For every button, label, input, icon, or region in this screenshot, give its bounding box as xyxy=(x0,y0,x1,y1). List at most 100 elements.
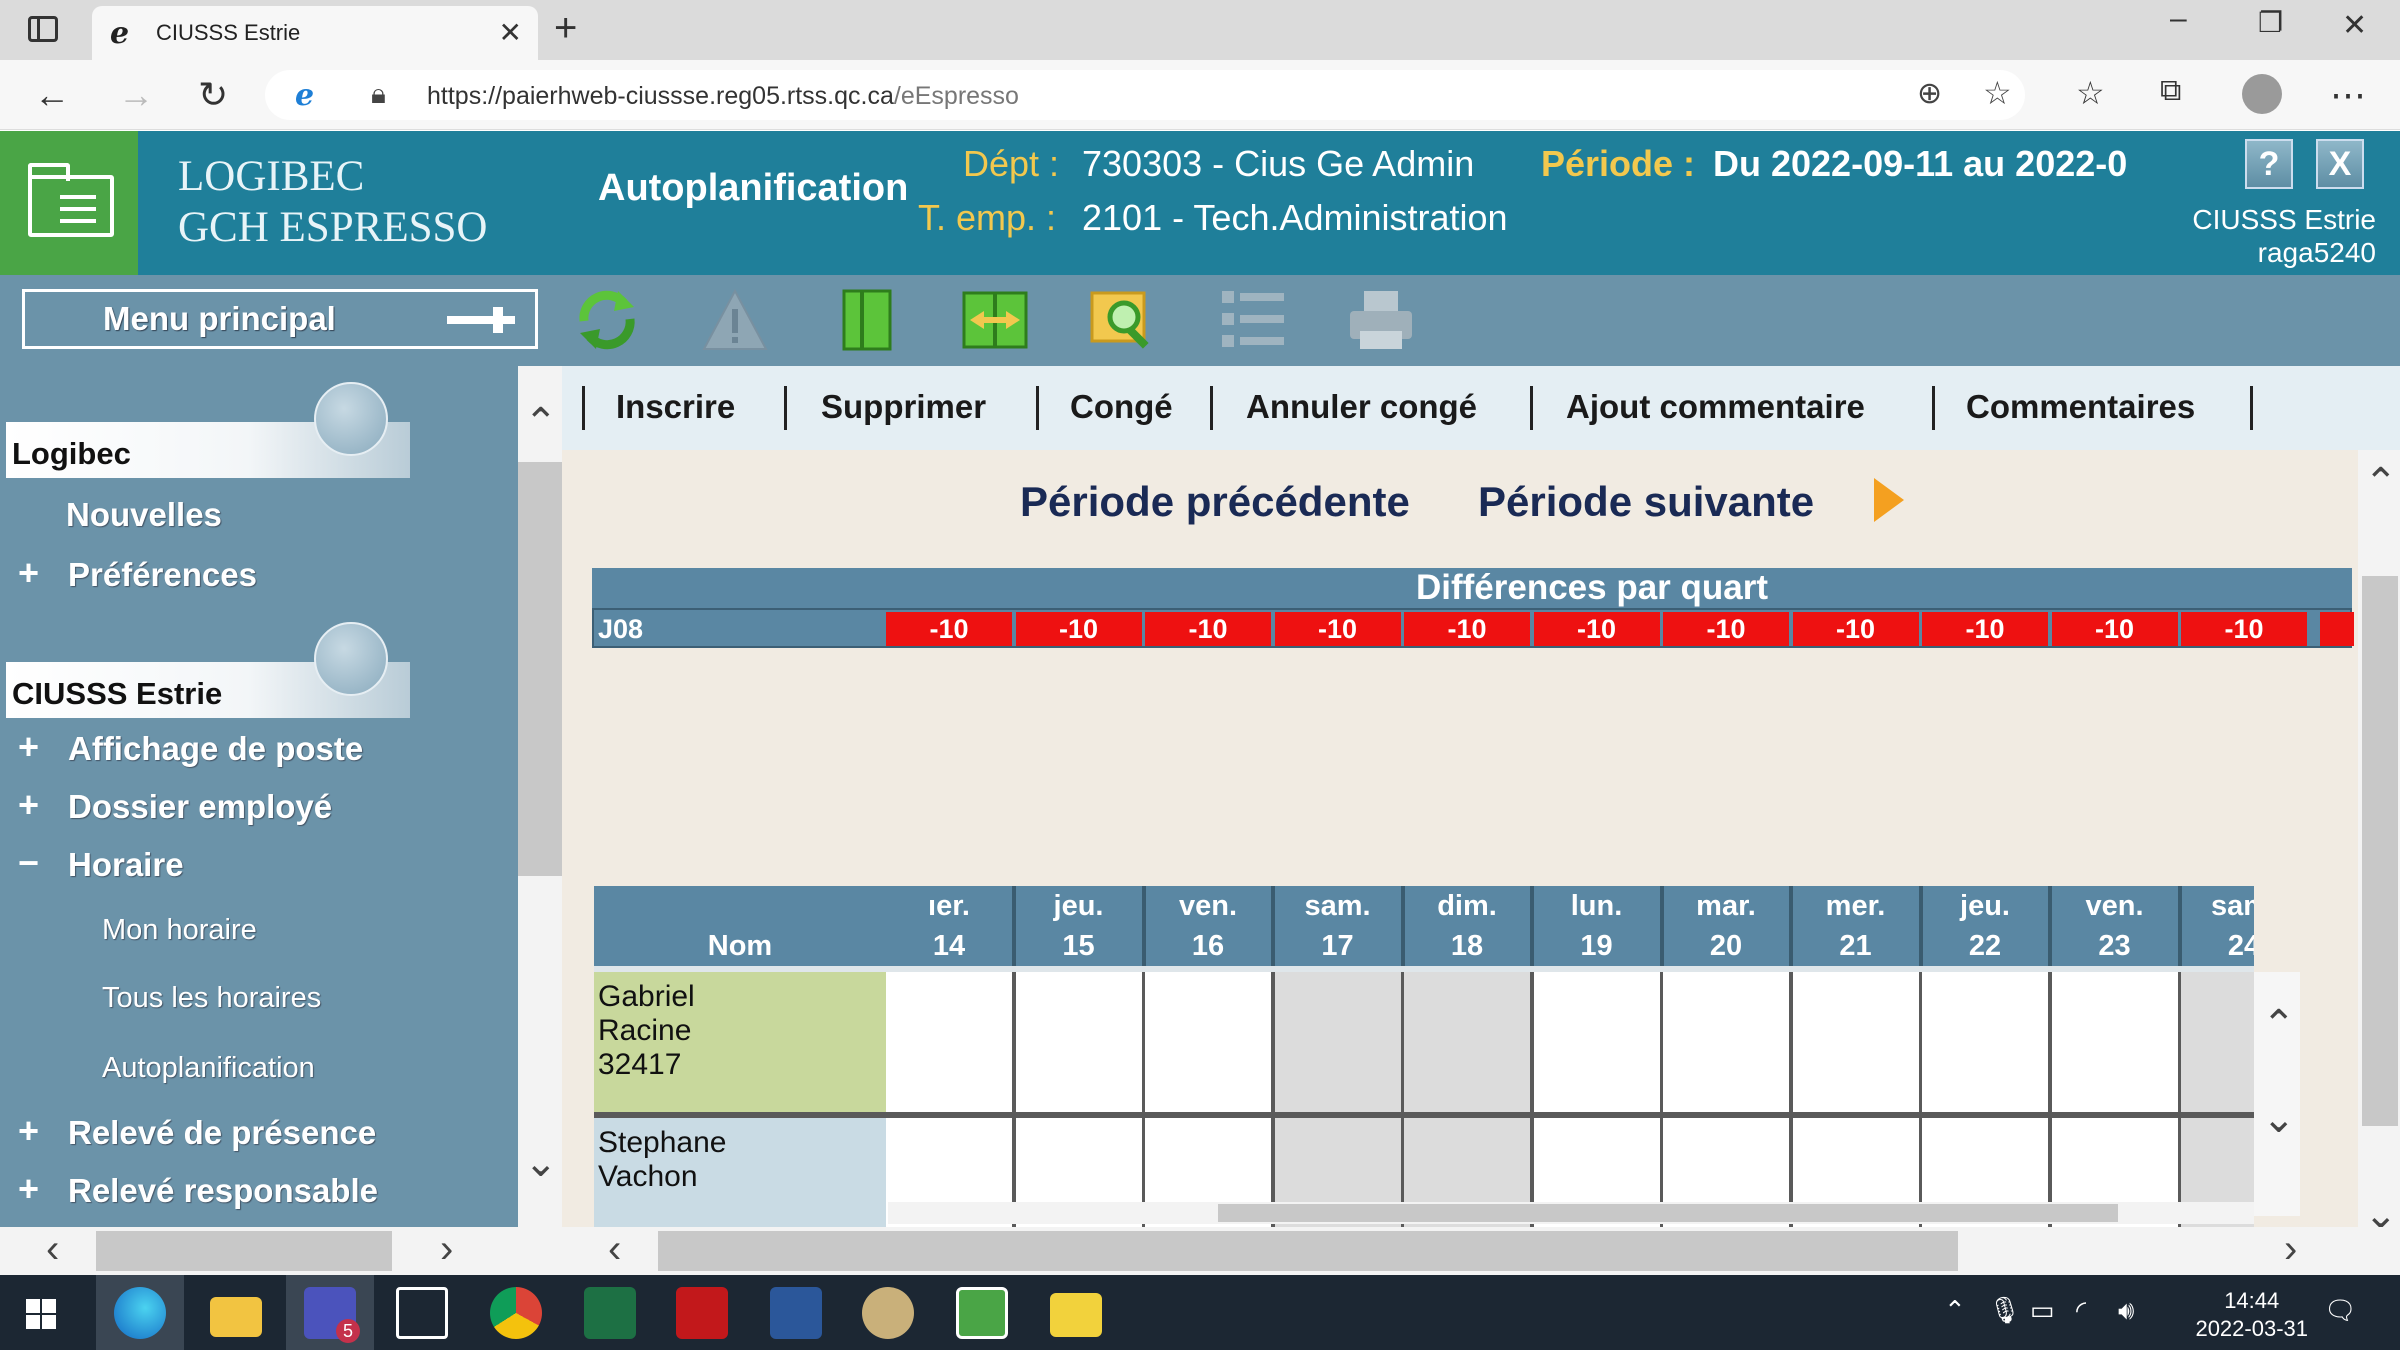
scrollbar-thumb[interactable] xyxy=(2362,576,2398,1126)
refresh-icon[interactable] xyxy=(572,285,642,355)
expand-plus-icon[interactable]: + xyxy=(18,784,39,826)
acrobat-icon[interactable] xyxy=(676,1287,728,1339)
scroll-up-arrow-icon[interactable]: ⌃ xyxy=(524,400,558,446)
main-horizontal-scrollbar[interactable]: ‹ › xyxy=(562,1227,2400,1275)
favorite-add-icon[interactable]: ☆ xyxy=(1983,74,2012,112)
search-icon[interactable] xyxy=(1090,285,1160,355)
grid-scroll-down-arrow-icon[interactable]: ⌄ xyxy=(2262,1096,2296,1142)
browser-tab[interactable]: e CIUSSS Estrie ✕ xyxy=(92,6,538,60)
new-tab-button[interactable]: + xyxy=(554,6,577,51)
tray-chevron-icon[interactable]: ⌃ xyxy=(1944,1295,1966,1326)
ajout-commentaire-button[interactable]: Ajout commentaire xyxy=(1566,388,1865,426)
more-menu-icon[interactable]: ⋯ xyxy=(2330,74,2366,116)
back-arrow-icon[interactable]: ← xyxy=(34,74,70,116)
edge-icon[interactable] xyxy=(114,1287,166,1339)
collections-icon[interactable]: ⧉ xyxy=(2160,74,2181,108)
close-app-button[interactable]: X xyxy=(2316,139,2364,189)
chrome-icon[interactable] xyxy=(490,1287,542,1339)
scrollbar-thumb[interactable] xyxy=(658,1231,1958,1271)
scrollbar-thumb[interactable] xyxy=(518,462,562,876)
schedule-day-cell[interactable] xyxy=(2051,972,2182,1112)
system-clock[interactable]: 14:44 2022-03-31 xyxy=(2195,1287,2308,1343)
employee-name-cell[interactable]: Gabriel Racine 32417 xyxy=(594,972,890,1112)
expand-plus-icon[interactable]: + xyxy=(18,1168,39,1210)
scroll-right-arrow-icon[interactable]: › xyxy=(2284,1227,2297,1272)
sidebar-item-affichage-de-poste[interactable]: Affichage de poste xyxy=(68,730,363,768)
battery-icon[interactable]: ▭ xyxy=(2030,1295,2055,1326)
schedule-day-cell[interactable] xyxy=(1533,972,1664,1112)
schedule-day-cell[interactable] xyxy=(1015,972,1146,1112)
sidebar-item-horaire[interactable]: Horaire xyxy=(68,846,184,884)
reload-icon[interactable]: ↻ xyxy=(198,74,228,116)
scrollbar-thumb[interactable] xyxy=(1218,1204,2118,1222)
grid-vertical-scrollbar[interactable]: ⌃ ⌄ xyxy=(2254,972,2300,1216)
grid-scroll-up-arrow-icon[interactable]: ⌃ xyxy=(2262,1002,2296,1048)
collapse-minus-icon[interactable]: − xyxy=(18,842,39,884)
previous-period-link[interactable]: Période précédente xyxy=(1020,478,1410,526)
tab-close-button[interactable]: ✕ xyxy=(499,16,522,49)
sidebar-item-releve-responsable[interactable]: Relevé responsable xyxy=(68,1172,378,1210)
supprimer-button[interactable]: Supprimer xyxy=(821,388,986,426)
logibec-app-icon[interactable] xyxy=(956,1287,1008,1339)
next-arrow-icon[interactable] xyxy=(1874,478,1904,522)
wifi-icon[interactable]: ◜ xyxy=(2076,1295,2086,1326)
expand-columns-icon[interactable] xyxy=(960,285,1030,355)
checklist-icon[interactable] xyxy=(1218,285,1288,355)
zoom-icon[interactable]: ⊕ xyxy=(1917,76,1942,111)
scroll-down-arrow-icon[interactable]: ⌄ xyxy=(524,1140,558,1186)
scroll-left-arrow-icon[interactable]: ‹ xyxy=(46,1227,59,1272)
inscrire-button[interactable]: Inscrire xyxy=(616,388,735,426)
word-icon[interactable] xyxy=(770,1287,822,1339)
pin-icon[interactable] xyxy=(447,307,515,333)
sidebar-item-mon-horaire[interactable]: Mon horaire xyxy=(102,914,257,947)
sidebar-item-autoplanification[interactable]: Autoplanification xyxy=(102,1052,315,1085)
excel-icon[interactable] xyxy=(584,1287,636,1339)
conge-button[interactable]: Congé xyxy=(1070,388,1173,426)
schedule-day-cell[interactable] xyxy=(1922,972,2052,1112)
citrix-icon[interactable] xyxy=(396,1287,448,1339)
expand-plus-icon[interactable]: + xyxy=(18,1110,39,1152)
schedule-day-cell[interactable] xyxy=(1663,972,1793,1112)
windows-start-icon[interactable] xyxy=(26,1299,56,1329)
file-explorer-icon[interactable] xyxy=(210,1297,262,1337)
expand-plus-icon[interactable]: + xyxy=(18,726,39,768)
scroll-right-arrow-icon[interactable]: › xyxy=(440,1227,453,1272)
ie-mode-icon[interactable]: e xyxy=(295,78,314,113)
sticky-app-icon[interactable] xyxy=(1050,1293,1102,1337)
grid-horizontal-scrollbar[interactable] xyxy=(888,1202,2254,1224)
section-logibec-collapse-icon[interactable] xyxy=(314,382,388,456)
schedule-day-cell[interactable] xyxy=(886,972,1016,1112)
server-app-icon[interactable] xyxy=(862,1287,914,1339)
employee-name-cell[interactable]: Stephane Vachon xyxy=(594,1118,890,1230)
volume-icon[interactable]: 🔊︎ xyxy=(2118,1295,2134,1327)
scroll-up-arrow-icon[interactable]: ⌃ xyxy=(2364,460,2398,506)
url-field[interactable]: e 🔒︎ https://paierhweb-ciussse.reg05.rts… xyxy=(265,70,2025,120)
column-view-icon[interactable] xyxy=(832,285,902,355)
scrollbar-thumb[interactable] xyxy=(96,1231,392,1271)
sidebar-item-nouvelles[interactable]: Nouvelles xyxy=(66,496,222,534)
sidebar-vertical-scrollbar[interactable]: ⌃ ⌄ xyxy=(518,366,562,1227)
lock-icon[interactable]: 🔒︎ xyxy=(371,78,386,111)
print-icon[interactable] xyxy=(1346,285,1416,355)
notification-icon[interactable]: 🗨︎ xyxy=(2324,1295,2357,1326)
main-vertical-scrollbar[interactable]: ⌃ ⌄ xyxy=(2358,450,2400,1237)
schedule-day-cell[interactable] xyxy=(2181,972,2254,1112)
tab-actions-icon[interactable] xyxy=(28,16,58,42)
teams-icon[interactable]: 5 xyxy=(304,1287,360,1343)
sidebar-item-tous-les-horaires[interactable]: Tous les horaires xyxy=(102,982,321,1015)
schedule-day-cell[interactable] xyxy=(1404,972,1534,1112)
section-ciusss-collapse-icon[interactable] xyxy=(314,622,388,696)
microphone-icon[interactable]: 🎙︎ xyxy=(1988,1295,2021,1326)
sidebar-item-preferences[interactable]: Préférences xyxy=(68,556,257,594)
forward-arrow-icon[interactable]: → xyxy=(118,74,154,116)
employee-row[interactable]: Gabriel Racine 32417 xyxy=(594,972,2254,1112)
annuler-conge-button[interactable]: Annuler congé xyxy=(1246,388,1477,426)
minimize-button[interactable]: – xyxy=(2170,2,2187,36)
commentaires-button[interactable]: Commentaires xyxy=(1966,388,2195,426)
favorites-icon[interactable]: ☆ xyxy=(2076,74,2105,112)
sidebar-item-dossier-employe[interactable]: Dossier employé xyxy=(68,788,332,826)
warning-icon[interactable] xyxy=(700,285,770,355)
sidebar-item-releve-presence[interactable]: Relevé de présence xyxy=(68,1114,376,1152)
restore-button[interactable]: ❐ xyxy=(2258,6,2283,39)
next-period-link[interactable]: Période suivante xyxy=(1478,478,1814,526)
